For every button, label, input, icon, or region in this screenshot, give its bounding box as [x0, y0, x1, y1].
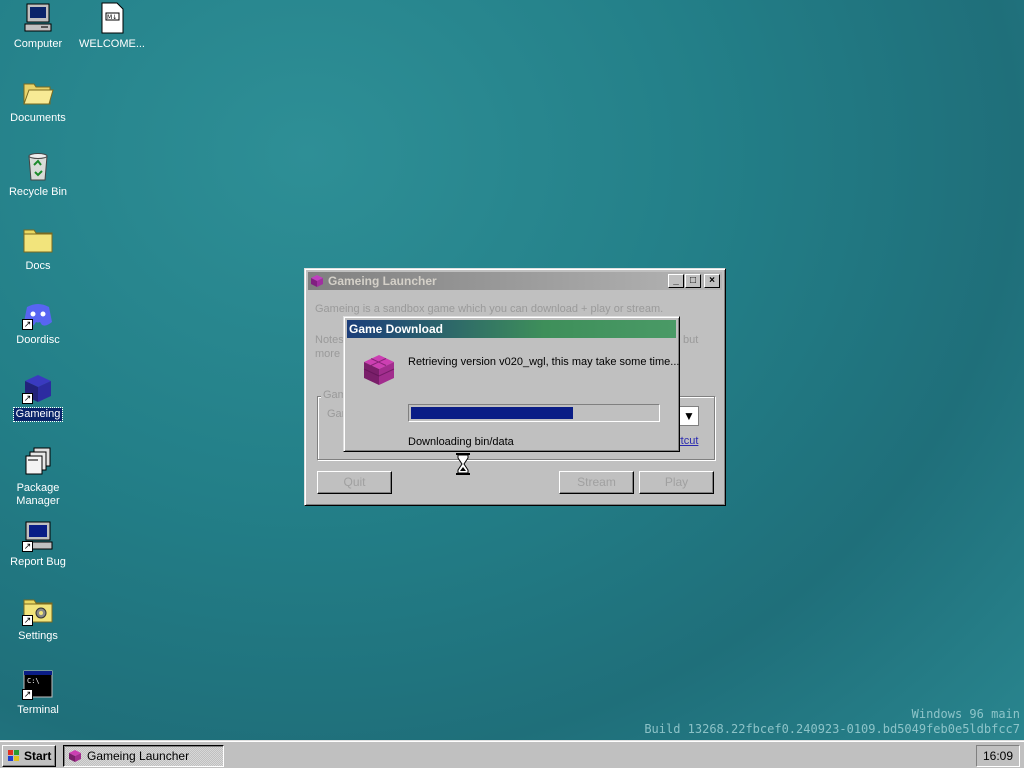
svg-text:C:\: C:\ — [27, 677, 40, 685]
dropdown-chevron-icon[interactable]: ▼ — [679, 406, 699, 426]
shortcut-arrow-icon: ↗ — [22, 541, 33, 552]
desktop-icon-label: Report Bug — [10, 556, 66, 568]
open-folder-icon — [22, 76, 54, 108]
create-shortcut-link[interactable]: rtcut — [677, 435, 698, 447]
close-button[interactable]: × — [704, 274, 720, 288]
play-button[interactable]: Play — [639, 471, 714, 494]
desktop-icon-label: Doordisc — [16, 334, 60, 346]
more-text: more — [315, 348, 341, 360]
clock: 16:09 — [982, 749, 1014, 763]
desktop-icon-documents[interactable]: Documents — [0, 76, 76, 125]
taskbar: Start Gameing Launcher 16:09 — [0, 740, 1024, 768]
quit-button[interactable]: Quit — [317, 471, 392, 494]
folder-icon — [22, 224, 54, 256]
desktop-icon-label: Gameing — [12, 407, 64, 422]
terminal-icon: C:\ ↗ — [22, 668, 54, 700]
desktop-icon-label: WELCOME... — [78, 38, 145, 50]
desktop-icon-settings[interactable]: ↗ Settings — [0, 594, 76, 643]
build-watermark: Windows 96 main Build 13268.22fbcef0.240… — [620, 707, 1020, 737]
maximize-button[interactable]: □ — [685, 274, 701, 288]
download-status: Downloading bin/data — [408, 436, 514, 448]
desktop-icon-doordisc[interactable]: ↗ Doordisc — [0, 298, 76, 347]
report-bug-icon: ↗ — [22, 520, 54, 552]
window-title: Gameing Launcher — [328, 274, 437, 288]
desktop-icon-label: Computer — [13, 38, 63, 50]
stream-button[interactable]: Stream — [559, 471, 634, 494]
shortcut-arrow-icon: ↗ — [22, 319, 33, 330]
hourglass-cursor-icon — [456, 453, 470, 475]
desktop-icon-label: Recycle Bin — [8, 186, 68, 198]
progress-fill — [411, 407, 574, 419]
download-body: Retrieving version v020_wgl, this may ta… — [344, 338, 679, 448]
system-tray[interactable]: 16:09 — [976, 745, 1020, 767]
desktop-icon-docs[interactable]: Docs — [0, 224, 76, 273]
shortcut-arrow-icon: ↗ — [22, 393, 33, 404]
svg-text:M↓: M↓ — [107, 14, 117, 21]
launcher-intro-text: Gameing is a sandbox game which you can … — [315, 303, 664, 315]
launcher-titlebar[interactable]: Gameing Launcher _ □ × — [308, 272, 722, 290]
notes-text-continued: but — [683, 334, 699, 346]
markdown-file-icon: M↓ — [96, 2, 128, 34]
download-titlebar[interactable]: Game Download — [347, 320, 676, 338]
shortcut-arrow-icon: ↗ — [22, 615, 33, 626]
desktop-icon-terminal[interactable]: C:\ ↗ Terminal — [0, 668, 76, 717]
download-message: Retrieving version v020_wgl, this may ta… — [408, 356, 680, 368]
purple-cube-icon: ↗ — [22, 372, 54, 404]
download-progress-bar — [408, 404, 660, 422]
download-dialog[interactable]: Game Download Retrieving version v020_wg… — [343, 316, 680, 452]
package-manager-icon — [22, 446, 54, 478]
purple-cube-icon — [69, 750, 81, 762]
dialog-title: Game Download — [349, 322, 444, 336]
purple-cube-icon — [363, 355, 395, 385]
desktop-icon-report-bug[interactable]: ↗ Report Bug — [0, 520, 76, 569]
desktop-icon-welcome[interactable]: M↓ WELCOME... — [74, 2, 150, 51]
desktop-icon-label: Docs — [25, 260, 51, 272]
watermark-line: Build 13268.22fbcef0.240923-0109.bd5049f… — [644, 722, 1020, 736]
shortcut-arrow-icon: ↗ — [22, 689, 33, 700]
desktop-icon-label: Settings — [18, 630, 58, 642]
taskbar-item-label: Gameing Launcher — [87, 749, 190, 763]
recycle-bin-icon — [22, 150, 54, 182]
desktop-icon-computer[interactable]: Computer — [0, 2, 76, 51]
desktop-icon-recycle-bin[interactable]: Recycle Bin — [0, 150, 76, 199]
computer-icon — [22, 2, 54, 34]
desktop-icon-label: Documents — [10, 112, 66, 124]
settings-folder-icon: ↗ — [22, 594, 54, 626]
watermark-line: Windows 96 main — [911, 707, 1020, 721]
purple-cube-icon — [311, 275, 323, 287]
desktop-icon-gameing[interactable]: ↗ Gameing — [0, 372, 76, 422]
start-label: Start — [24, 749, 52, 763]
notes-text: Notes — [315, 334, 344, 346]
minimize-button[interactable]: _ — [668, 274, 684, 288]
desktop-icon-package-manager[interactable]: Package Manager — [0, 446, 76, 508]
taskbar-item-gameing-launcher[interactable]: Gameing Launcher — [63, 745, 224, 767]
discord-icon: ↗ — [22, 298, 54, 330]
windows-logo-icon — [8, 750, 19, 761]
desktop-icon-label: Terminal — [17, 704, 59, 716]
desktop-icon-label: Package Manager — [16, 482, 60, 507]
start-button[interactable]: Start — [2, 745, 56, 767]
